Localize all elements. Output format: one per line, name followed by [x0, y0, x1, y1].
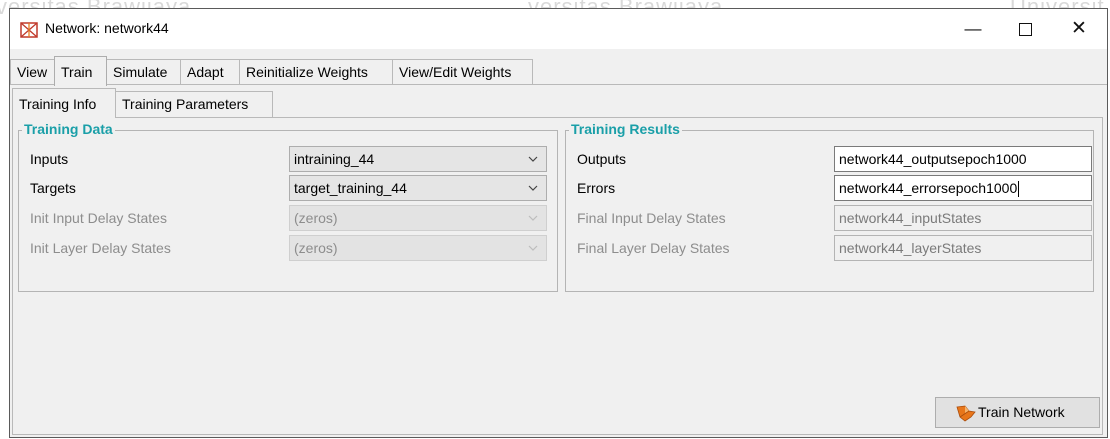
close-button[interactable]: ✕ — [1056, 9, 1102, 49]
train-network-button[interactable]: Train Network — [935, 397, 1100, 428]
train-network-icon — [956, 405, 976, 422]
final-input-delay-label: Final Input Delay States — [577, 210, 726, 226]
targets-select[interactable]: target_training_44 — [289, 175, 547, 201]
tab-reinitialize-weights[interactable]: Reinitialize Weights — [239, 59, 393, 85]
tab-view-edit-weights[interactable]: View/Edit Weights — [392, 59, 533, 85]
subtab-training-info[interactable]: Training Info — [12, 88, 116, 118]
final-layer-delay-value: network44_layerStates — [839, 240, 982, 256]
close-icon: ✕ — [1071, 18, 1087, 39]
chevron-down-icon — [528, 245, 538, 251]
chevron-down-icon — [528, 215, 538, 221]
tab-adapt[interactable]: Adapt — [180, 59, 240, 85]
targets-label: Targets — [30, 180, 76, 196]
tab-train[interactable]: Train — [54, 56, 107, 86]
training-data-title: Training Data — [22, 121, 115, 137]
final-input-delay-value: network44_inputStates — [839, 210, 982, 226]
outputs-field[interactable]: network44_outputsepoch1000 — [834, 146, 1092, 172]
title-bar[interactable]: Network: network44 — ✕ — [10, 9, 1107, 49]
train-panel: Training Info Training Parameters Traini… — [10, 84, 1107, 437]
inputs-label: Inputs — [30, 151, 69, 167]
training-results-group: Training Results Outputs network44_outpu… — [565, 121, 1094, 292]
outputs-value: network44_outputsepoch1000 — [839, 151, 1027, 167]
init-input-delay-select: (zeros) — [289, 205, 547, 231]
inputs-value: intraining_44 — [294, 151, 375, 167]
network-app-icon — [20, 22, 38, 38]
training-data-group: Training Data Inputs intraining_44 Targe… — [18, 121, 558, 292]
tab-view[interactable]: View — [10, 59, 55, 85]
init-layer-delay-label: Init Layer Delay States — [30, 240, 171, 256]
targets-value: target_training_44 — [294, 180, 407, 196]
text-caret — [1018, 181, 1020, 198]
init-layer-delay-select: (zeros) — [289, 235, 547, 261]
errors-label: Errors — [577, 180, 616, 196]
final-input-delay-field: network44_inputStates — [834, 205, 1092, 231]
minimize-button[interactable]: — — [950, 9, 996, 49]
init-input-delay-value: (zeros) — [294, 210, 338, 226]
tab-simulate[interactable]: Simulate — [106, 59, 181, 85]
network-window: Network: network44 — ✕ View Train Simula… — [9, 8, 1108, 438]
init-layer-delay-value: (zeros) — [294, 240, 338, 256]
train-network-label: Train Network — [978, 404, 1065, 420]
outputs-label: Outputs — [577, 151, 627, 167]
training-info-panel: Training Data Inputs intraining_44 Targe… — [12, 117, 1103, 435]
init-input-delay-label: Init Input Delay States — [30, 210, 167, 226]
errors-field[interactable]: network44_errorsepoch1000 — [834, 175, 1092, 201]
chevron-down-icon — [528, 156, 538, 162]
chevron-down-icon — [528, 185, 538, 191]
subtab-training-parameters[interactable]: Training Parameters — [115, 91, 273, 117]
errors-value: network44_errorsepoch1000 — [839, 180, 1018, 196]
minimize-icon: — — [964, 19, 982, 38]
maximize-icon — [1018, 23, 1032, 37]
maximize-button[interactable] — [1002, 9, 1048, 49]
final-layer-delay-field: network44_layerStates — [834, 235, 1092, 261]
final-layer-delay-label: Final Layer Delay States — [577, 240, 730, 256]
window-title: Network: network44 — [45, 20, 169, 36]
inputs-select[interactable]: intraining_44 — [289, 146, 547, 172]
training-results-title: Training Results — [569, 121, 682, 137]
